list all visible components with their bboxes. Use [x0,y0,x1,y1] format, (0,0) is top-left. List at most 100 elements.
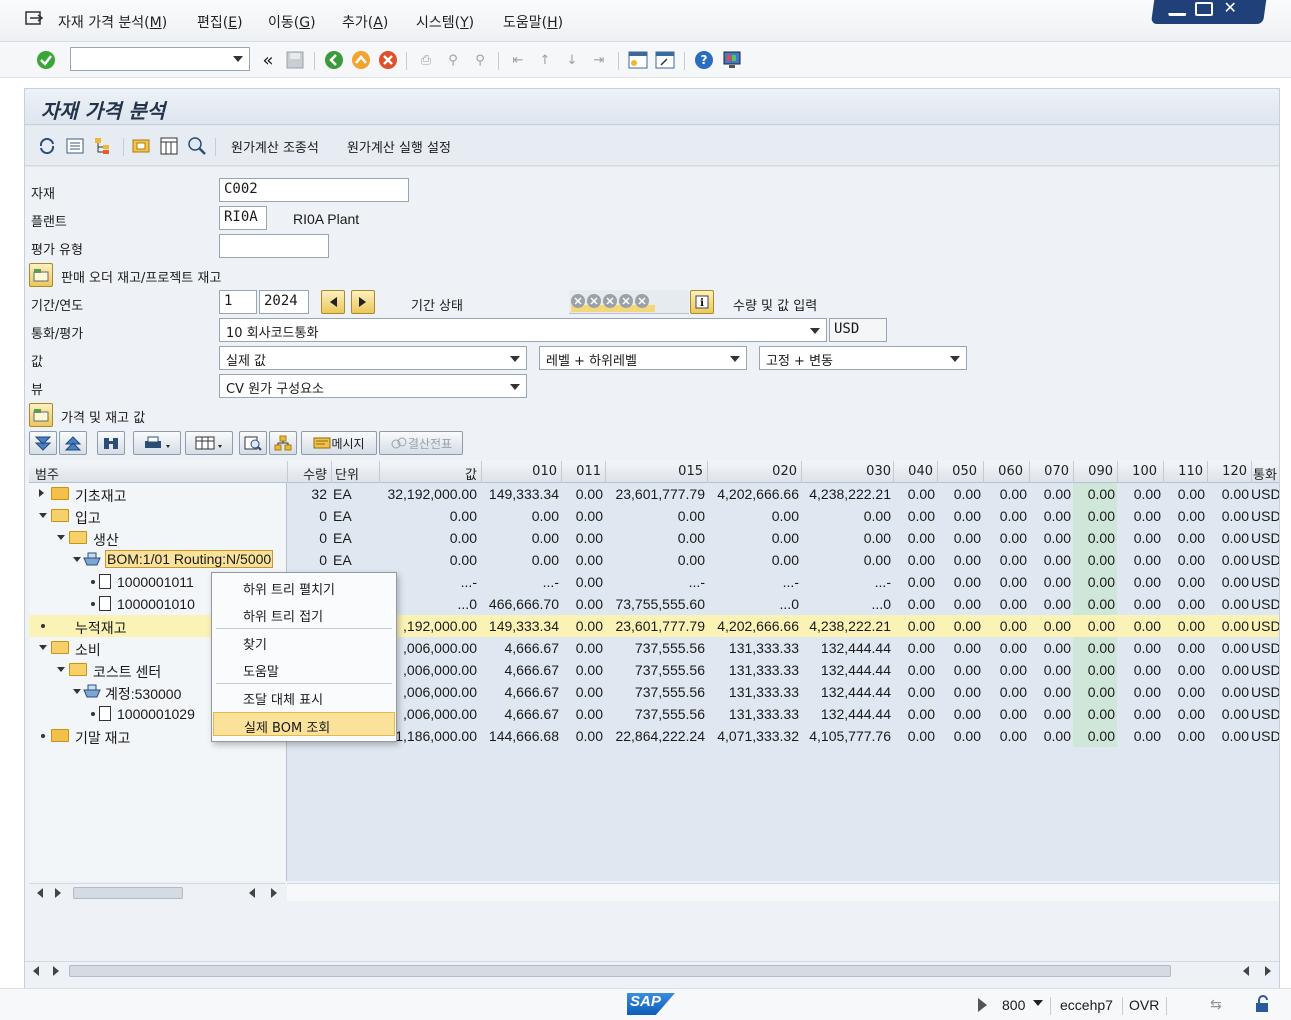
header-015[interactable]: 015 [607,464,703,479]
last-page-icon[interactable]: ⇥ [589,50,609,70]
print-icon[interactable]: ⎙ [416,50,436,70]
tree-node-label[interactable]: 1000001029 [117,706,195,722]
find-icon[interactable]: ⚲ [443,50,463,70]
tree-node-label[interactable]: 기초재고 [75,486,127,506]
scroll-right-icon[interactable] [55,888,61,898]
minimize-icon[interactable] [1168,12,1187,16]
costing-run-settings-button[interactable]: 원가계산 실행 설정 [347,137,451,156]
tree-node-label[interactable]: BOM:1/01 Routing:N/5000 [105,550,274,568]
scroll-right-icon[interactable] [271,888,277,898]
collapse-node-icon[interactable] [57,535,65,540]
exit-icon[interactable] [351,50,371,70]
save-icon[interactable] [285,50,305,70]
tree-scroll-thumb[interactable] [73,887,183,899]
header-040[interactable]: 040 [895,464,933,479]
lock-icon[interactable] [1254,995,1272,1017]
header-120[interactable]: 120 [1209,464,1247,479]
print-button[interactable] [133,431,181,455]
tree-node-label[interactable]: 1000001010 [117,596,195,612]
plant-input[interactable]: RI0A [219,206,267,230]
drilldown-button[interactable] [239,431,267,455]
layout-columns-icon[interactable] [159,136,179,156]
table-row[interactable]: 생산 0 EA 0.00 0.00 0.00 0.00 0.00 0.00 0.00 0.00 0.0… [29,527,1279,549]
context-expand-subtree[interactable]: 하위 트리 펼치기 [213,575,395,599]
header-030[interactable]: 030 [803,464,891,479]
cost-component-icon[interactable] [131,136,151,156]
menu-edit[interactable]: 편집(E) [197,12,243,32]
table-row[interactable]: 입고 0 EA 0.00 0.00 0.00 0.00 0.00 0.00 0.00 0.00 0.0… [29,505,1279,527]
exit-menu-icon[interactable] [24,10,44,28]
menu-goto[interactable]: 이동(G) [268,12,316,32]
maximize-icon[interactable] [1195,2,1213,16]
scroll-left-icon[interactable] [1243,966,1249,976]
cost-cockpit-button[interactable]: 원가계산 조종석 [231,137,319,156]
scroll-right-icon[interactable] [1265,966,1271,976]
grid-hscrollbar[interactable] [287,883,1279,901]
header-100[interactable]: 100 [1119,464,1157,479]
menu-extras[interactable]: 추가(A) [342,12,388,32]
header-currency[interactable]: 통화 [1253,464,1279,483]
command-dropdown-icon[interactable] [233,56,243,62]
create-session-icon[interactable] [628,50,648,70]
view-dropdown[interactable]: CV 원가 구성요소 [219,374,527,398]
tree-node-label[interactable]: 기말 재고 [75,728,130,748]
context-display-actual-bom[interactable]: 실제 BOM 조회 [213,712,395,736]
context-collapse-subtree[interactable]: 하위 트리 접기 [213,602,395,626]
context-show-procurement-alternatives[interactable]: 조달 대체 표시 [213,685,395,709]
hierarchy-button[interactable] [269,431,297,455]
next-page-icon[interactable]: ↓ [562,50,582,70]
scroll-left-icon[interactable] [249,888,255,898]
expand-node-icon[interactable] [39,489,44,497]
price-stock-values-icon[interactable] [29,403,53,427]
previous-period-button[interactable] [321,290,345,314]
collapse-node-icon[interactable] [39,513,47,518]
material-input[interactable]: C002 [219,178,409,202]
header-090[interactable]: 090 [1075,464,1113,479]
period-input[interactable]: 1 [219,290,257,314]
expand-all-button[interactable] [29,431,57,455]
header-011[interactable]: 011 [563,464,601,479]
first-page-icon[interactable]: ⇤ [508,50,528,70]
tree-node-label[interactable]: 입고 [75,508,101,528]
table-row[interactable]: BOM:1/01 Routing:N/5000 0 EA 0.00 0.00 0.00 0.… [29,549,1279,571]
menu-material-price-analysis[interactable]: 자재 가격 분석(M) [58,12,167,32]
header-010[interactable]: 010 [483,464,557,479]
header-category[interactable]: 범주 [35,464,59,483]
header-020[interactable]: 020 [709,464,797,479]
context-find[interactable]: 찾기 [213,630,395,654]
back-icon[interactable] [324,50,344,70]
collapse-node-icon[interactable] [73,689,81,694]
command-field[interactable] [70,47,250,71]
display-search-icon[interactable] [187,136,207,156]
period-info-button[interactable]: i [690,290,714,314]
tree-node-label[interactable]: 계정:530000 [105,684,181,704]
screen-hscrollbar[interactable] [25,961,1279,979]
menu-system[interactable]: 시스템(Y) [416,12,474,32]
header-unit[interactable]: 단위 [335,464,365,483]
find-next-icon[interactable]: ⚲ [470,50,490,70]
customize-layout-icon[interactable] [722,50,742,70]
scroll-left-icon[interactable] [33,966,39,976]
find-binoculars-button[interactable] [97,431,125,455]
tree-node-label[interactable]: 코스트 센터 [93,662,161,682]
header-quantity[interactable]: 수량 [291,464,327,483]
refresh-icon[interactable] [37,136,57,156]
close-icon[interactable]: ✕ [1224,0,1242,17]
sales-order-stock-icon[interactable] [29,263,53,287]
values-dropdown[interactable]: 실제 값 [219,346,527,370]
closing-entry-button[interactable]: 결산전표 [379,431,463,455]
scroll-right-icon[interactable] [53,966,59,976]
fixed-variable-dropdown[interactable]: 고정 + 변동 [759,346,967,370]
history-back-icon[interactable]: « [258,50,278,71]
insert-mode[interactable]: OVR [1129,997,1159,1013]
collapse-node-icon[interactable] [57,667,65,672]
table-row[interactable]: 기초재고 32 EA 32,192,000.00 149,333.34 0.00 23,60… [29,483,1279,505]
level-dropdown[interactable]: 레벨 + 하위레벨 [539,346,747,370]
client-dropdown-icon[interactable] [1033,1000,1043,1006]
header-value[interactable]: 값 [381,464,477,483]
menu-help[interactable]: 도움말(H) [503,12,563,32]
collapse-all-button[interactable] [59,431,87,455]
previous-page-icon[interactable]: ↑ [535,50,555,70]
collapse-node-icon[interactable] [73,557,81,562]
tree-node-label[interactable]: 소비 [75,640,101,660]
